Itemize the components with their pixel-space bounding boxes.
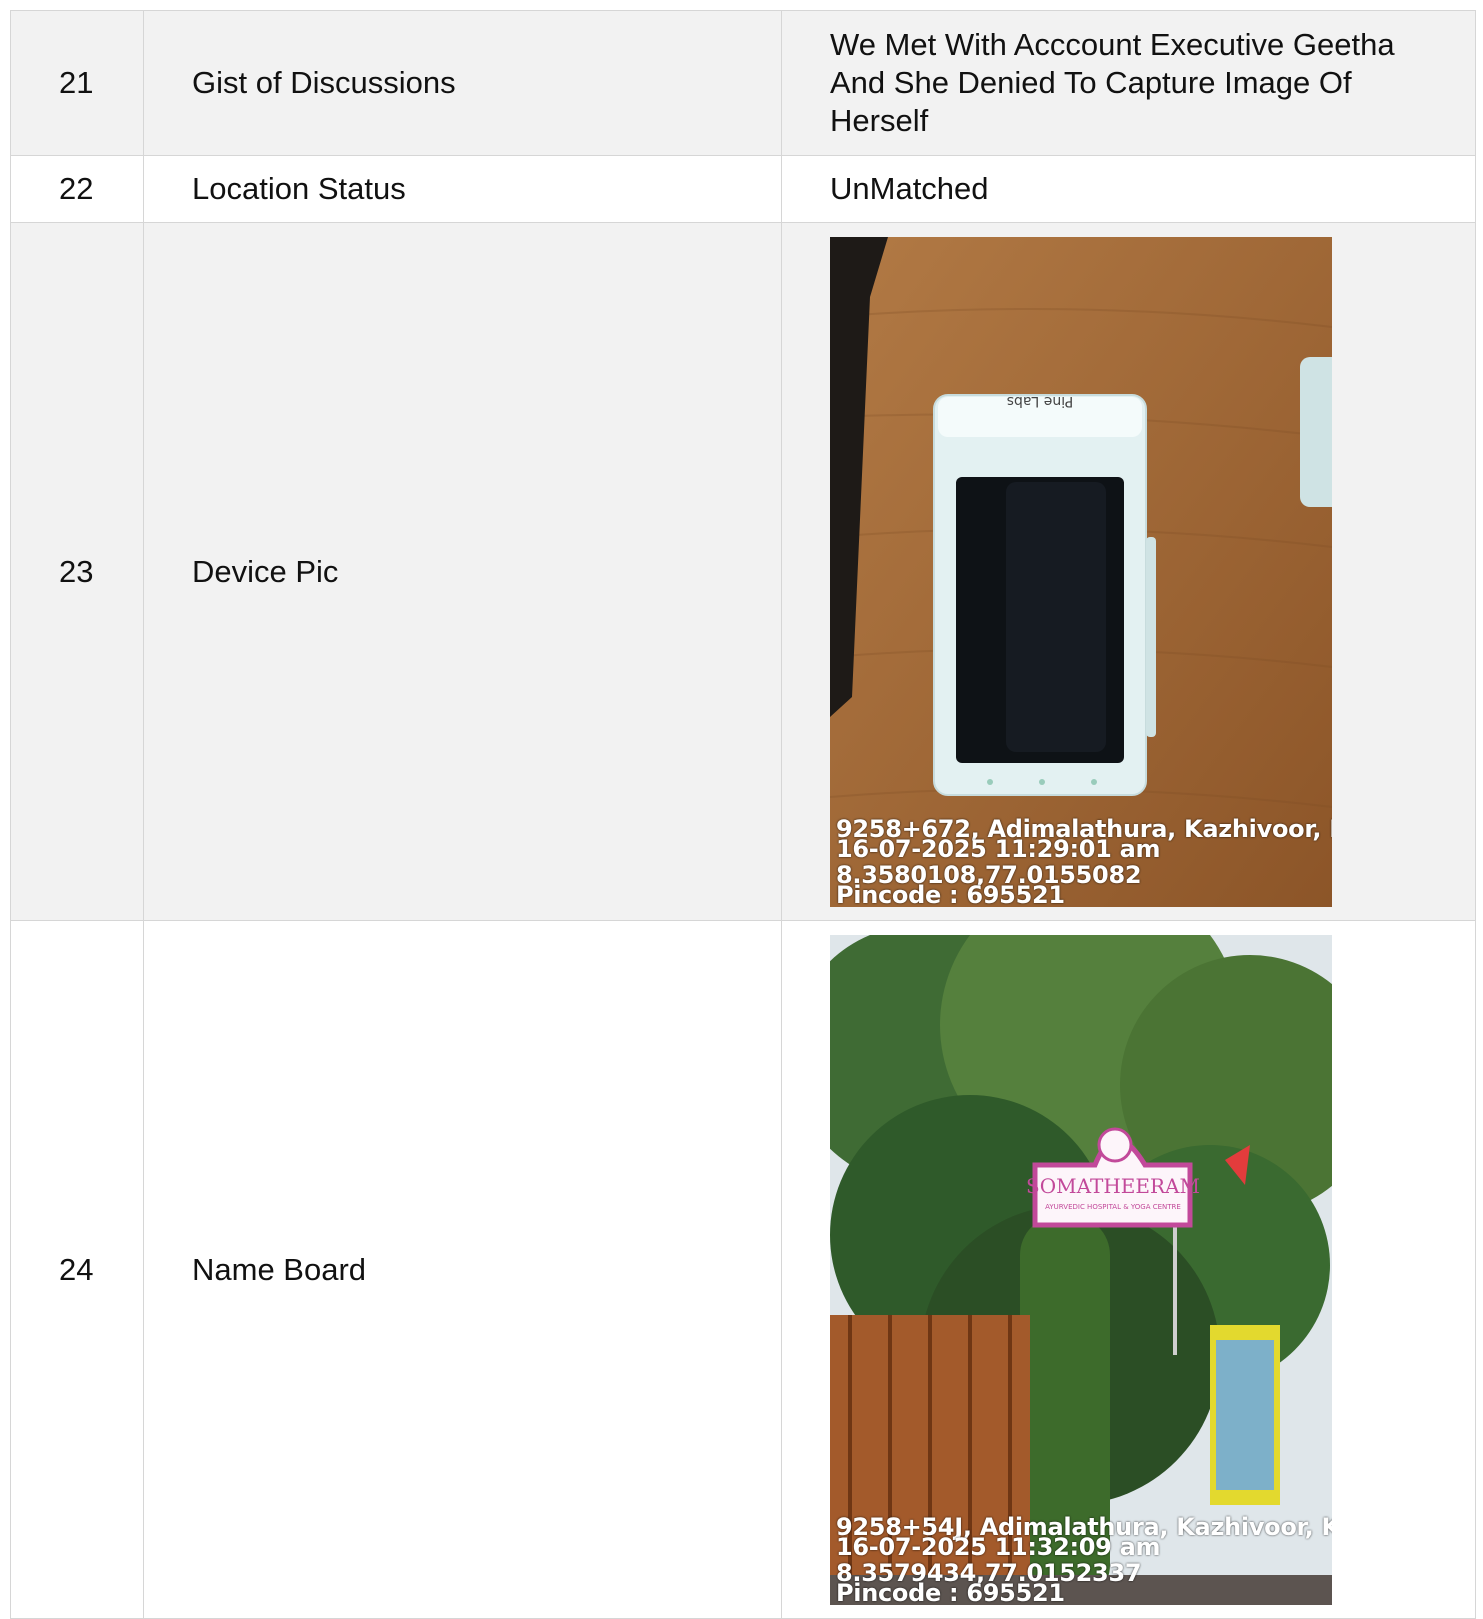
report-table: 21 Gist of Discussions We Met With Accco… bbox=[10, 10, 1476, 1619]
board-title: SOMATHEERAM bbox=[1026, 1174, 1200, 1198]
row-value: Pine Labs 9258+672, Adimalathura, Kazhiv… bbox=[781, 222, 1476, 921]
device-photo-image: Pine Labs bbox=[830, 236, 1332, 907]
row-number: 24 bbox=[10, 920, 144, 1619]
row-number: 22 bbox=[10, 155, 144, 223]
photo-stamp: 9258+54J, Adimalathura, Kazhivoor, Kottu… bbox=[836, 1515, 1332, 1605]
row-number: 21 bbox=[10, 10, 144, 156]
name-board-photo[interactable]: SOMATHEERAM AYURVEDIC HOSPITAL & YOGA CE… bbox=[830, 934, 1332, 1605]
row-label: Name Board bbox=[143, 920, 782, 1619]
board-subtitle: AYURVEDIC HOSPITAL & YOGA CENTRE bbox=[1045, 1203, 1181, 1211]
row-label: Device Pic bbox=[143, 222, 782, 921]
row-label: Location Status bbox=[143, 155, 782, 223]
row-number: 23 bbox=[10, 222, 144, 921]
name-board-photo-image: SOMATHEERAM AYURVEDIC HOSPITAL & YOGA CE… bbox=[830, 934, 1332, 1605]
table-row-23: 23 Device Pic Pine Labs 9258+672, Adimal… bbox=[10, 222, 1476, 921]
table-row-21: 21 Gist of Discussions We Met With Accco… bbox=[10, 10, 1476, 156]
row-label: Gist of Discussions bbox=[143, 10, 782, 156]
device-brand-label: Pine Labs bbox=[1007, 393, 1074, 409]
row-value: SOMATHEERAM AYURVEDIC HOSPITAL & YOGA CE… bbox=[781, 920, 1476, 1619]
photo-stamp: 9258+672, Adimalathura, Kazhivoor, Kottu… bbox=[836, 817, 1332, 907]
table-row-22: 22 Location Status UnMatched bbox=[10, 155, 1476, 223]
device-photo[interactable]: Pine Labs 9258+672, Adimalathura, Kazhiv… bbox=[830, 236, 1332, 907]
table-row-24: 24 Name Board SOMATHEERAM AYURVEDIC HOSP… bbox=[10, 920, 1476, 1619]
row-value: UnMatched bbox=[781, 155, 1476, 223]
row-value: We Met With Acccount Executive Geetha An… bbox=[781, 10, 1476, 156]
